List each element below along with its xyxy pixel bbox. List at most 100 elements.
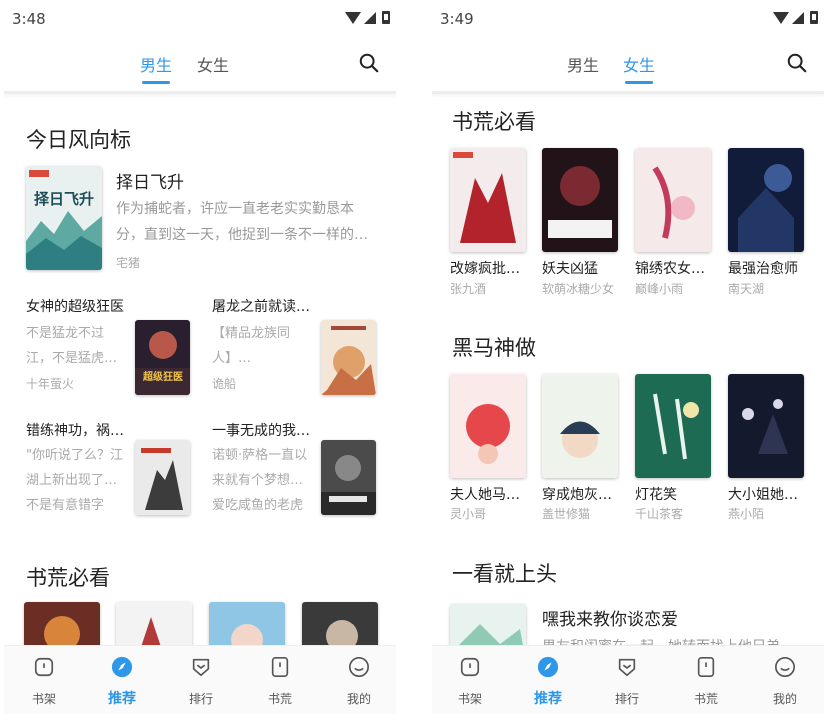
book-title[interactable]: 最强治愈师 — [728, 258, 798, 278]
nav-mine[interactable]: 我的 — [329, 656, 389, 707]
bottom-navigation: 书架 推荐 排行 书荒 我的 — [4, 645, 396, 714]
book-desc: 【精品龙族同人】… — [212, 326, 291, 366]
bottom-navigation: 书架 推荐 排行 书荒 我的 — [432, 645, 824, 714]
section-title-shuhuang: 书荒必看 — [452, 110, 536, 134]
status-icons — [345, 11, 390, 24]
book-cover[interactable] — [321, 440, 376, 515]
book-title[interactable]: 妖夫凶猛 — [542, 258, 598, 278]
book-title[interactable]: 改嫁疯批… — [450, 258, 520, 278]
status-time: 3:49 — [440, 10, 474, 28]
compass-icon — [537, 656, 559, 678]
nav-rank[interactable]: 排行 — [171, 656, 231, 707]
top-tab-bar: 男生 女生 — [432, 38, 824, 94]
book-author: 张九酒 — [450, 282, 487, 296]
book-cover[interactable] — [450, 374, 526, 478]
nav-shuhuang[interactable]: 书荒 — [250, 656, 310, 707]
wifi-icon — [773, 11, 789, 24]
section-title-addictive: 一看就上头 — [452, 562, 557, 586]
nav-mine[interactable]: 我的 — [755, 656, 815, 707]
book-desc: 诺顿·萨格一直以来就有个梦想…爱吃咸鱼的老虎 — [212, 448, 308, 513]
nav-shuhuang[interactable]: 书荒 — [676, 656, 736, 707]
section-title-shuhuang: 书荒必看 — [26, 566, 110, 590]
nav-bookshelf[interactable]: 书架 — [14, 656, 74, 707]
compass-icon — [111, 656, 133, 678]
battery-icon — [382, 11, 390, 24]
book-title[interactable]: 一事无成的我… — [212, 420, 310, 440]
book-desc: "你听说了么？江湖上新出现了…不是有意错字 — [26, 448, 123, 513]
search-icon[interactable] — [786, 52, 808, 74]
nav-label: 推荐 — [534, 691, 562, 707]
wifi-icon — [345, 11, 361, 24]
book-title[interactable]: 夫人她马… — [450, 484, 520, 504]
tab-female[interactable]: 女生 — [623, 52, 655, 86]
signal-icon — [792, 11, 804, 24]
book-cover[interactable] — [635, 148, 711, 252]
nav-label: 书荒 — [693, 692, 718, 706]
status-bar: 3:49 — [432, 0, 824, 38]
book-cover[interactable] — [728, 148, 804, 252]
book-title[interactable]: 穿成炮灰… — [542, 484, 612, 504]
highlight-book-title[interactable]: 嘿我来教你谈恋爱 — [542, 605, 678, 630]
tab-male[interactable]: 男生 — [567, 52, 599, 86]
phone-screen-left: 3:48 男生 女生 今日风向标 择日飞升 择日飞升 作为捕蛇者，许应一直老老实… — [4, 0, 396, 714]
book-cover[interactable]: 超级狂医 — [135, 320, 190, 395]
nav-label: 推荐 — [108, 691, 136, 707]
section-title-trending: 今日风向标 — [26, 128, 131, 152]
book-author: 南天湖 — [728, 282, 765, 296]
section-title-dark-horse: 黑马神做 — [452, 336, 536, 360]
nav-rank[interactable]: 排行 — [597, 656, 657, 707]
nav-label: 书架 — [31, 692, 56, 706]
book-cover[interactable] — [728, 374, 804, 478]
nav-label: 书架 — [457, 692, 482, 706]
status-icons — [773, 11, 818, 24]
book-title[interactable]: 大小姐她… — [728, 484, 798, 504]
book-cover[interactable] — [135, 440, 190, 515]
cover-text: 择日飞升 — [34, 190, 94, 208]
phone-screen-right: 3:49 男生 女生 书荒必看 改嫁疯批… 张九酒 妖夫凶猛 软萌冰糖少女 锦绣… — [432, 0, 824, 714]
book-title[interactable]: 屠龙之前就读… — [212, 296, 310, 316]
book-title[interactable]: 女神的超级狂医 — [26, 296, 124, 316]
tab-female[interactable]: 女生 — [197, 52, 229, 86]
status-bar: 3:48 — [4, 0, 396, 38]
book-author: 千山茶客 — [635, 507, 684, 521]
highlight-book-title[interactable]: 择日飞升 — [116, 168, 184, 193]
book-author: 软萌冰糖少女 — [542, 282, 615, 296]
nav-recommend[interactable]: 推荐 — [92, 656, 152, 708]
nav-recommend[interactable]: 推荐 — [518, 656, 578, 708]
search-icon[interactable] — [358, 52, 380, 74]
book-icon — [271, 657, 289, 677]
book-cover[interactable] — [542, 148, 618, 252]
book-cover[interactable] — [635, 374, 711, 478]
book-cover[interactable] — [542, 374, 618, 478]
tab-male[interactable]: 男生 — [140, 52, 172, 86]
book-icon — [697, 657, 715, 677]
highlight-book-author: 宅猪 — [116, 256, 141, 270]
bookshelf-icon — [460, 657, 480, 677]
book-title[interactable]: 锦绣农女… — [635, 258, 705, 278]
cover-text: 超级狂医 — [142, 370, 183, 383]
book-cover[interactable] — [450, 148, 526, 252]
book-title[interactable]: 错练神功，祸… — [26, 420, 124, 440]
book-author: 巅峰小雨 — [635, 282, 684, 296]
book-cover[interactable] — [321, 320, 376, 395]
nav-label: 排行 — [188, 692, 213, 706]
nav-label: 我的 — [772, 692, 797, 706]
rank-icon — [192, 658, 210, 677]
top-tab-bar: 男生 女生 — [4, 38, 396, 94]
status-time: 3:48 — [12, 10, 46, 28]
nav-label: 排行 — [614, 692, 639, 706]
highlight-book-desc: 作为捕蛇者，许应一直老老实实勤恳本分，直到这一天，他捉到一条不一样的… — [116, 201, 368, 243]
book-cover-highlight[interactable]: 择日飞升 — [26, 166, 102, 270]
signal-icon — [364, 11, 376, 24]
nav-bookshelf[interactable]: 书架 — [440, 656, 500, 707]
bookshelf-icon — [34, 657, 54, 677]
nav-label: 我的 — [346, 692, 371, 706]
profile-icon — [775, 657, 795, 677]
book-author: 十年萤火 — [26, 377, 75, 391]
profile-icon — [349, 657, 369, 677]
book-author: 盖世修猫 — [542, 507, 591, 521]
book-title[interactable]: 灯花笑 — [635, 484, 677, 504]
battery-icon — [810, 11, 818, 24]
nav-label: 书荒 — [267, 692, 292, 706]
book-author: 燕小陌 — [728, 507, 765, 521]
